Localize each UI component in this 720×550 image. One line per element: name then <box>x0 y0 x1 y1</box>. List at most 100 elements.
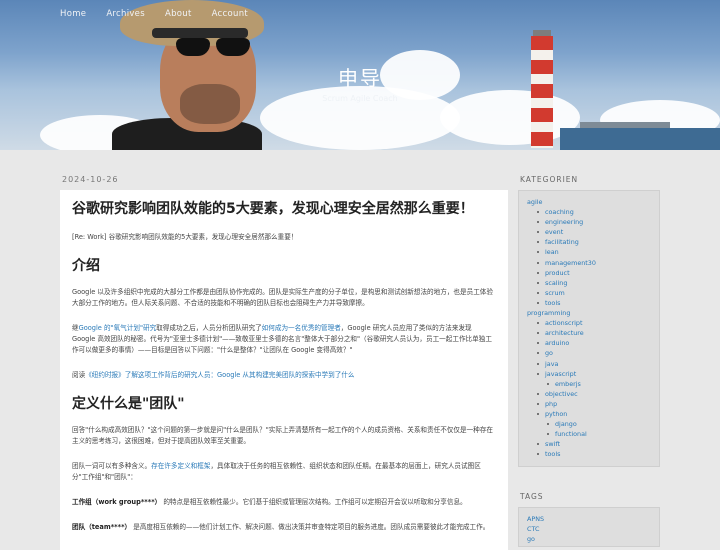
bullet-icon <box>537 281 539 284</box>
category-label: python <box>545 409 568 418</box>
link-great-manager[interactable]: 如何成为一名优秀的管理者 <box>262 324 341 332</box>
category-label: objectivec <box>545 389 578 398</box>
category-item[interactable]: php <box>527 399 659 409</box>
category-item[interactable]: actionscript <box>527 318 659 328</box>
bullet-icon <box>547 382 549 385</box>
category-label: scaling <box>545 278 568 287</box>
category-label: engineering <box>545 218 584 227</box>
category-label: programming <box>527 309 571 318</box>
category-item[interactable]: agile <box>527 197 659 207</box>
category-label: django <box>555 420 577 429</box>
post-date: 2024-10-26 <box>62 175 119 184</box>
category-label: management30 <box>545 258 596 267</box>
nav-account[interactable]: Account <box>212 9 248 19</box>
bullet-icon <box>537 412 539 415</box>
category-label: scrum <box>545 288 565 297</box>
category-item[interactable]: objectivec <box>527 389 659 399</box>
category-label: emberjs <box>555 379 581 388</box>
category-label: event <box>545 228 564 237</box>
category-item[interactable]: swift <box>527 439 659 449</box>
category-item[interactable]: go <box>527 348 659 358</box>
nav-archives[interactable]: Archives <box>106 9 145 19</box>
bullet-icon <box>537 402 539 405</box>
bullet-icon <box>537 372 539 375</box>
category-label: lean <box>545 248 559 257</box>
categories-heading: KATEGORIEN <box>520 175 579 184</box>
bullet-icon <box>537 322 539 325</box>
category-item[interactable]: programming <box>527 308 659 318</box>
category-item[interactable]: functional <box>527 429 659 439</box>
category-item[interactable]: architecture <box>527 328 659 338</box>
tag-item[interactable]: go <box>527 534 659 544</box>
tags-box: APNS CTC go <box>518 507 660 547</box>
category-label: functional <box>555 430 587 439</box>
bullet-icon <box>537 352 539 355</box>
bullet-icon <box>537 291 539 294</box>
building <box>560 128 720 150</box>
bullet-icon <box>547 423 549 426</box>
paragraph-2: 继Google 的"氧气计划"研究取得成功之后，人员分析团队研究了如何成为一名优… <box>72 324 492 354</box>
category-item[interactable]: tools <box>527 449 659 459</box>
category-item[interactable]: emberjs <box>527 379 659 389</box>
bullet-icon <box>537 392 539 395</box>
bullet-icon <box>537 453 539 456</box>
post-intro: [Re: Work] 谷歌研究影响团队效能的5大要素，发现心理安全居然那么重要！ <box>72 233 298 241</box>
category-item[interactable]: javascript <box>527 369 659 379</box>
nav-about[interactable]: About <box>165 9 192 19</box>
category-list: agile coaching engineering event facilitatin… <box>527 197 659 459</box>
category-label: swift <box>545 440 560 449</box>
category-label: arduino <box>545 339 570 348</box>
sunglasses <box>168 38 254 56</box>
category-item[interactable]: django <box>527 419 659 429</box>
category-item[interactable]: scaling <box>527 278 659 288</box>
bullet-icon <box>537 251 539 254</box>
post-article: 谷歌研究影响团队效能的5大要素，发现心理安全居然那么重要！ [Re: Work]… <box>60 190 508 550</box>
header-banner: Home Archives About Account 申导 Scrum Agi… <box>0 0 720 150</box>
link-nyt-article[interactable]: 《纽约时报》了解这项工作背后的研究人员：Google 从其构建完美团队的探索中学… <box>85 371 354 379</box>
category-item[interactable]: facilitating <box>527 237 659 247</box>
bullet-icon <box>537 241 539 244</box>
category-item[interactable]: product <box>527 268 659 278</box>
category-item[interactable]: coaching <box>527 207 659 217</box>
category-label: tools <box>545 450 561 459</box>
category-label: java <box>545 359 559 368</box>
tag-item[interactable]: CTC <box>527 524 659 534</box>
hat-band <box>152 28 248 38</box>
paragraph-1: Google 以及许多组织中完成的大部分工作都是由团队协作完成的。团队是实际生产… <box>72 288 493 307</box>
category-item[interactable]: tools <box>527 298 659 308</box>
category-label: facilitating <box>545 238 579 247</box>
link-oxygen-project[interactable]: Google 的"氧气计划"研究 <box>79 324 157 332</box>
category-item[interactable]: lean <box>527 247 659 257</box>
tag-item[interactable]: APNS <box>527 514 659 524</box>
category-label: product <box>545 268 570 277</box>
category-item[interactable]: java <box>527 359 659 369</box>
category-item[interactable]: scrum <box>527 288 659 298</box>
paragraph-4: 回答"什么构成高效团队？"这个问题的第一步就是问"什么是团队？"实际上弄清楚所有… <box>72 426 493 445</box>
post-title[interactable]: 谷歌研究影响团队效能的5大要素，发现心理安全居然那么重要！ <box>72 200 496 218</box>
bullet-icon <box>537 261 539 264</box>
category-item[interactable]: management30 <box>527 258 659 268</box>
bullet-icon <box>537 231 539 234</box>
paragraph-6: 工作组（work group****） 的特点是相互依赖性最少。它们基于组织或管… <box>72 498 467 506</box>
category-item[interactable]: event <box>527 227 659 237</box>
category-label: coaching <box>545 208 574 217</box>
bullet-icon <box>537 221 539 224</box>
category-label: tools <box>545 298 561 307</box>
paragraph-3: 阅读《纽约时报》了解这项工作背后的研究人员：Google 从其构建完美团队的探索… <box>72 371 355 379</box>
category-item[interactable]: engineering <box>527 217 659 227</box>
category-item[interactable]: arduino <box>527 338 659 348</box>
bullet-icon <box>537 301 539 304</box>
paragraph-5: 团队一词可以有多种含义。存在许多定义和框架，具体取决于任务的相互依赖性、组织状态… <box>72 462 481 481</box>
bullet-icon <box>537 362 539 365</box>
site-title[interactable]: 申导 <box>0 62 720 91</box>
category-item[interactable]: python <box>527 409 659 419</box>
category-label: go <box>545 349 553 358</box>
bullet-icon <box>537 332 539 335</box>
categories-box: agile coaching engineering event facilitatin… <box>518 190 660 467</box>
nav-home[interactable]: Home <box>60 9 86 19</box>
link-definitions[interactable]: 存在许多定义和框架 <box>151 462 210 470</box>
category-label: javascript <box>545 369 577 378</box>
bullet-icon <box>537 443 539 446</box>
tags-heading: TAGS <box>520 492 544 501</box>
bullet-icon <box>537 211 539 214</box>
